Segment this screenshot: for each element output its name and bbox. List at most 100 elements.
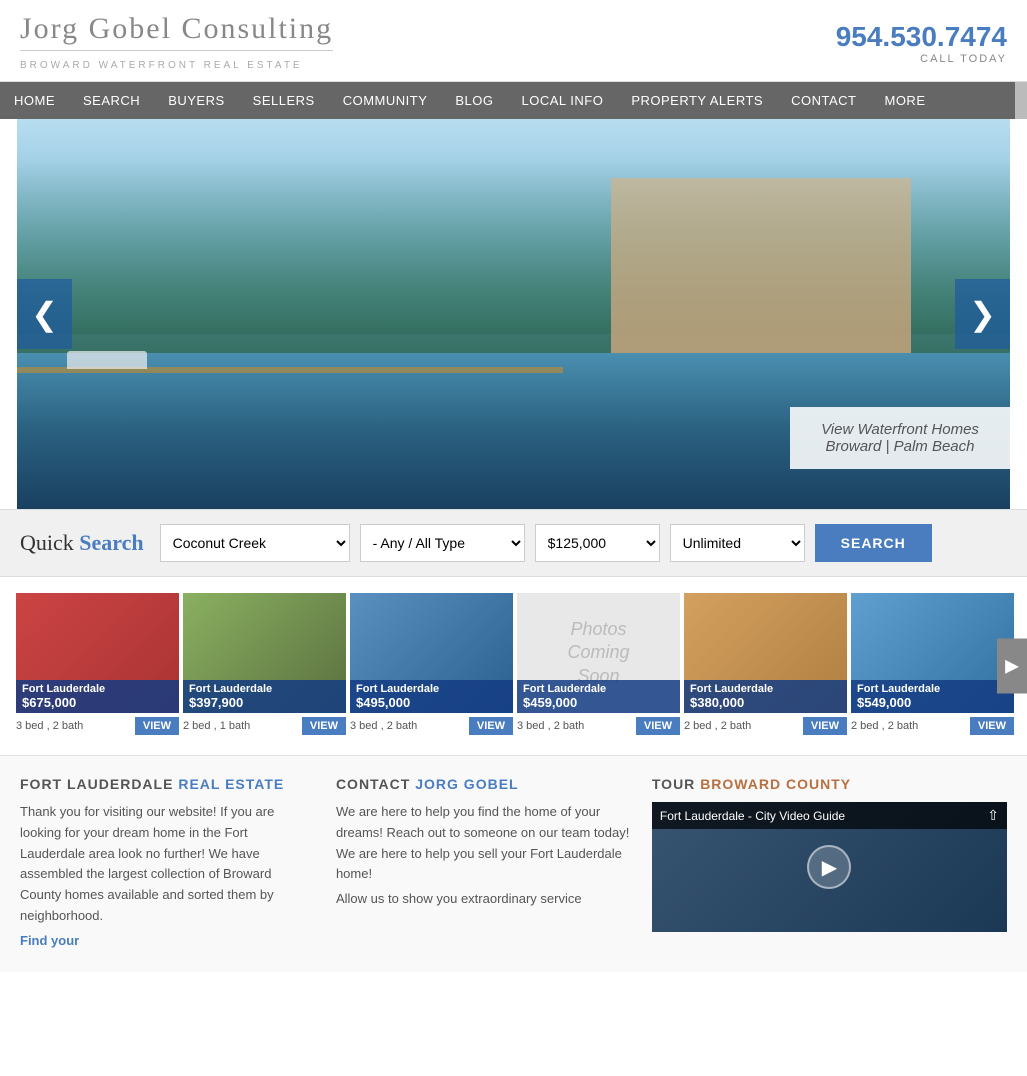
max-price-select[interactable]: Unlimited $500,000 $750,000 $1,000,000 — [670, 524, 805, 562]
hero-overlay-line1: View Waterfront Homes — [810, 421, 990, 438]
fort-lauderdale-section: FORT LAUDERDALE REAL ESTATE Thank you fo… — [20, 776, 316, 952]
listing-image: Fort Lauderdale $495,000 — [350, 593, 513, 713]
listing-city: Fort Lauderdale — [690, 683, 841, 695]
listing-image: Fort Lauderdale $675,000 — [16, 593, 179, 713]
find-your-link[interactable]: Find your — [20, 933, 79, 948]
listing-badge: Fort Lauderdale $459,000 — [517, 680, 680, 713]
chevron-right-icon: ▶ — [1005, 656, 1019, 677]
nav-more[interactable]: MORE — [870, 82, 939, 119]
nav-buyers[interactable]: BUYERS — [154, 82, 238, 119]
video-box: Fort Lauderdale - City Video Guide ⇧ ▶ — [652, 802, 1007, 932]
tour-title-gray: TOUR — [652, 776, 695, 792]
view-button[interactable]: VIEW — [970, 717, 1014, 735]
contact-area: 954.530.7474 CALL TODAY — [836, 21, 1007, 65]
listing-image: Fort Lauderdale $549,000 — [851, 593, 1014, 713]
play-icon: ▶ — [822, 855, 837, 880]
listing-info: 2 bed , 1 bath VIEW — [183, 713, 346, 739]
photos-coming-text: Photos Coming Soon — [567, 618, 629, 688]
listing-badge: Fort Lauderdale $380,000 — [684, 680, 847, 713]
listing-beds: 2 bed , 2 bath — [851, 720, 918, 732]
hero-prev-button[interactable]: ❮ — [17, 279, 72, 349]
listing-price: $549,000 — [857, 695, 1008, 710]
listing-badge: Fort Lauderdale $675,000 — [16, 680, 179, 713]
listing-badge: Fort Lauderdale $549,000 — [851, 680, 1014, 713]
contact-section: CONTACT JORG GOBEL We are here to help y… — [336, 776, 632, 952]
listing-info: 2 bed , 2 bath VIEW — [684, 713, 847, 739]
view-button[interactable]: VIEW — [135, 717, 179, 735]
video-title-text: Fort Lauderdale - City Video Guide — [660, 809, 845, 823]
contact-body2: Allow us to show you extraordinary servi… — [336, 889, 632, 910]
listings-container: Fort Lauderdale $675,000 3 bed , 2 bath … — [0, 577, 1027, 755]
listing-price: $675,000 — [22, 695, 173, 710]
listing-info: 3 bed , 2 bath VIEW — [16, 713, 179, 739]
nav-sellers[interactable]: SELLERS — [239, 82, 329, 119]
contact-title-blue: JORG GOBEL — [415, 776, 518, 792]
fl-section-title: FORT LAUDERDALE REAL ESTATE — [20, 776, 316, 792]
listing-card: Fort Lauderdale $380,000 2 bed , 2 bath … — [684, 593, 847, 739]
call-today-label: CALL TODAY — [836, 53, 1007, 65]
fl-title-blue: REAL ESTATE — [178, 776, 284, 792]
listing-city: Fort Lauderdale — [22, 683, 173, 695]
listing-info: 3 bed , 2 bath VIEW — [517, 713, 680, 739]
location-select[interactable]: Coconut Creek Fort Lauderdale Pompano Be… — [160, 524, 350, 562]
logo-title: Jorg Gobel Consulting — [20, 12, 333, 46]
hero-overlay-box: View Waterfront Homes Broward | Palm Bea… — [790, 407, 1010, 469]
view-button[interactable]: VIEW — [469, 717, 513, 735]
search-button[interactable]: SEARCH — [815, 524, 932, 562]
listing-image: Photos Coming Soon Fort Lauderdale $459,… — [517, 593, 680, 713]
view-button[interactable]: VIEW — [636, 717, 680, 735]
listings-next-button[interactable]: ▶ — [997, 639, 1027, 694]
view-button[interactable]: VIEW — [803, 717, 847, 735]
hero-overlay-line2: Broward | Palm Beach — [810, 438, 990, 455]
nav-contact[interactable]: CONTACT — [777, 82, 870, 119]
type-select[interactable]: - Any / All Type Single Family Condo Tow… — [360, 524, 525, 562]
share-icon[interactable]: ⇧ — [987, 807, 999, 824]
logo-subtitle: BROWARD WATERFRONT REAL ESTATE — [20, 60, 303, 71]
fl-title-gray: FORT LAUDERDALE — [20, 776, 173, 792]
nav-community[interactable]: COMMUNITY — [329, 82, 442, 119]
listing-beds: 2 bed , 2 bath — [684, 720, 751, 732]
phone-number[interactable]: 954.530.7474 — [836, 21, 1007, 53]
listing-price: $459,000 — [523, 695, 674, 710]
nav-home[interactable]: HOME — [0, 82, 69, 119]
listing-info: 2 bed , 2 bath VIEW — [851, 713, 1014, 739]
listing-badge: Fort Lauderdale $397,900 — [183, 680, 346, 713]
scrollbar[interactable] — [1015, 82, 1027, 119]
hero-section: ❮ ❯ View Waterfront Homes Broward | Palm… — [17, 119, 1010, 509]
listing-info: 3 bed , 2 bath VIEW — [350, 713, 513, 739]
contact-section-title: CONTACT JORG GOBEL — [336, 776, 632, 792]
listing-city: Fort Lauderdale — [189, 683, 340, 695]
fl-section-body: Thank you for visiting our website! If y… — [20, 802, 316, 927]
nav-propertyalerts[interactable]: PROPERTY ALERTS — [617, 82, 777, 119]
main-nav: HOME SEARCH BUYERS SELLERS COMMUNITY BLO… — [0, 82, 1027, 119]
header: Jorg Gobel Consulting BROWARD WATERFRONT… — [0, 0, 1027, 82]
listing-card: Fort Lauderdale $397,900 2 bed , 1 bath … — [183, 593, 346, 739]
quick-search-bar: Quick Search Coconut Creek Fort Lauderda… — [0, 509, 1027, 577]
listing-price: $380,000 — [690, 695, 841, 710]
contact-body: We are here to help you find the home of… — [336, 802, 632, 885]
listing-badge: Fort Lauderdale $495,000 — [350, 680, 513, 713]
listing-price: $397,900 — [189, 695, 340, 710]
hero-boat — [67, 351, 147, 369]
tour-title-brown: BROWARD COUNTY — [700, 776, 851, 792]
listing-image: Fort Lauderdale $397,900 — [183, 593, 346, 713]
tour-section: TOUR BROWARD COUNTY Fort Lauderdale - Ci… — [652, 776, 1007, 952]
hero-next-button[interactable]: ❯ — [955, 279, 1010, 349]
chevron-left-icon: ❮ — [31, 295, 58, 333]
view-button[interactable]: VIEW — [302, 717, 346, 735]
contact-title-gray: CONTACT — [336, 776, 410, 792]
quick-search-label: Quick Search — [20, 530, 144, 556]
hero-buildings — [611, 178, 911, 373]
listing-beds: 3 bed , 2 bath — [16, 720, 83, 732]
chevron-right-icon: ❯ — [969, 295, 996, 333]
listing-card: Fort Lauderdale $495,000 3 bed , 2 bath … — [350, 593, 513, 739]
listing-card: Fort Lauderdale $675,000 3 bed , 2 bath … — [16, 593, 179, 739]
nav-localinfo[interactable]: LOCAL INFO — [508, 82, 618, 119]
listing-price: $495,000 — [356, 695, 507, 710]
listing-city: Fort Lauderdale — [523, 683, 674, 695]
nav-search[interactable]: SEARCH — [69, 82, 154, 119]
nav-blog[interactable]: BLOG — [441, 82, 507, 119]
listing-beds: 3 bed , 2 bath — [517, 720, 584, 732]
min-price-select[interactable]: $125,000 $150,000 $200,000 $300,000 — [535, 524, 660, 562]
video-title-bar: Fort Lauderdale - City Video Guide ⇧ — [652, 802, 1007, 829]
